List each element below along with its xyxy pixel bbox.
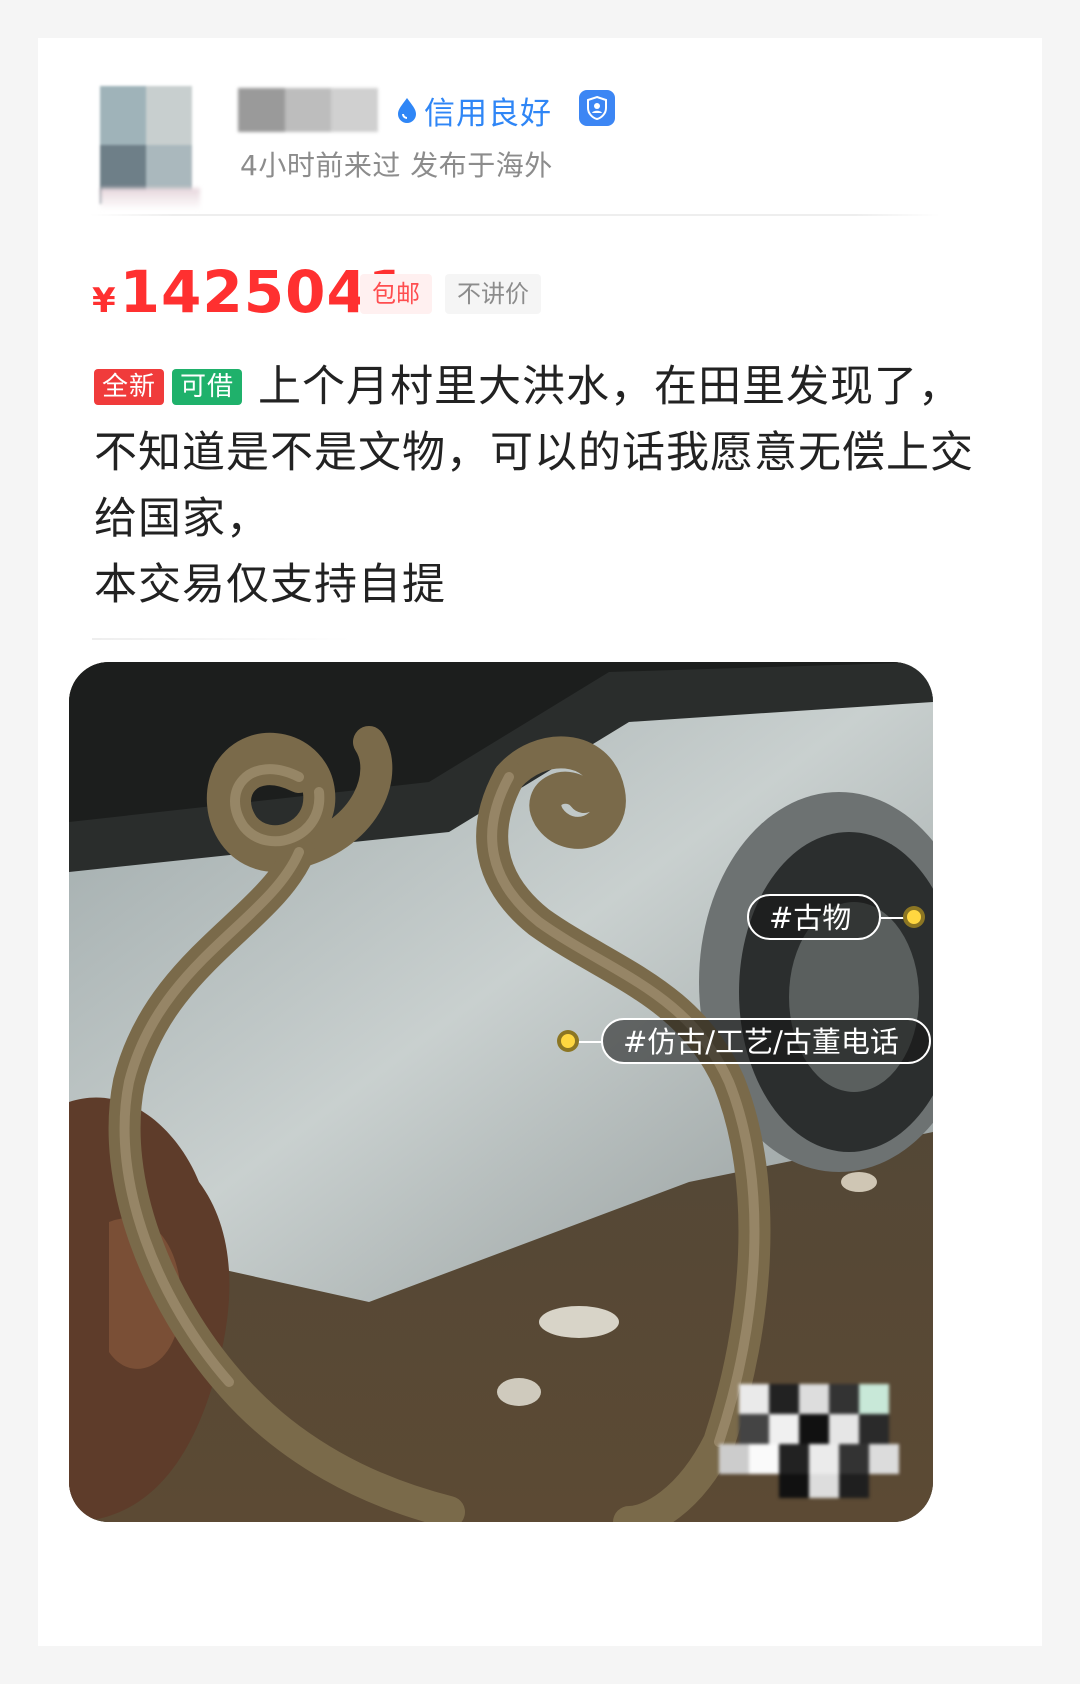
tag-anchor-dot	[557, 1030, 579, 1052]
divider	[90, 214, 940, 216]
photo-tag-antique[interactable]: #古物	[747, 894, 881, 940]
shield-user-icon[interactable]	[579, 90, 615, 126]
water-drop-icon	[398, 98, 416, 123]
description-line: 本交易仅支持自提	[94, 560, 446, 610]
photo-tag-imitation[interactable]: #仿古/工艺/古董电话	[601, 1018, 931, 1064]
condition-badge: 全新	[94, 369, 165, 405]
listing-description: 全新 可借 上个月村里大洪水，在田里发现了，不知道是不是文物，可以的话我愿意无偿上交…	[94, 354, 994, 618]
credit-status[interactable]: 信用良好	[396, 88, 552, 132]
seller-activity: 4小时前来过 发布于海外	[240, 149, 553, 182]
listing-card: 信用良好 4小时前来过 发布于海外 ¥ 1425041 包邮 不讲价 全新 可借上…	[38, 38, 1042, 1646]
watermark-logo	[719, 1384, 899, 1498]
divider	[92, 638, 352, 640]
tag-anchor-dot	[903, 906, 925, 928]
seller-avatar[interactable]	[100, 86, 192, 204]
product-photo[interactable]: #古物 #仿古/工艺/古董电话	[69, 662, 933, 1522]
label-connector	[881, 917, 905, 919]
lend-badge: 可借	[172, 369, 243, 405]
currency-symbol: ¥	[92, 281, 116, 321]
credit-label: 信用良好	[424, 95, 552, 132]
seller-name-blurred[interactable]	[238, 88, 379, 132]
no-bargain-tag: 不讲价	[445, 274, 541, 314]
free-shipping-tag: 包邮	[360, 274, 432, 314]
label-connector	[577, 1041, 603, 1043]
avatar-shadow	[100, 188, 200, 210]
